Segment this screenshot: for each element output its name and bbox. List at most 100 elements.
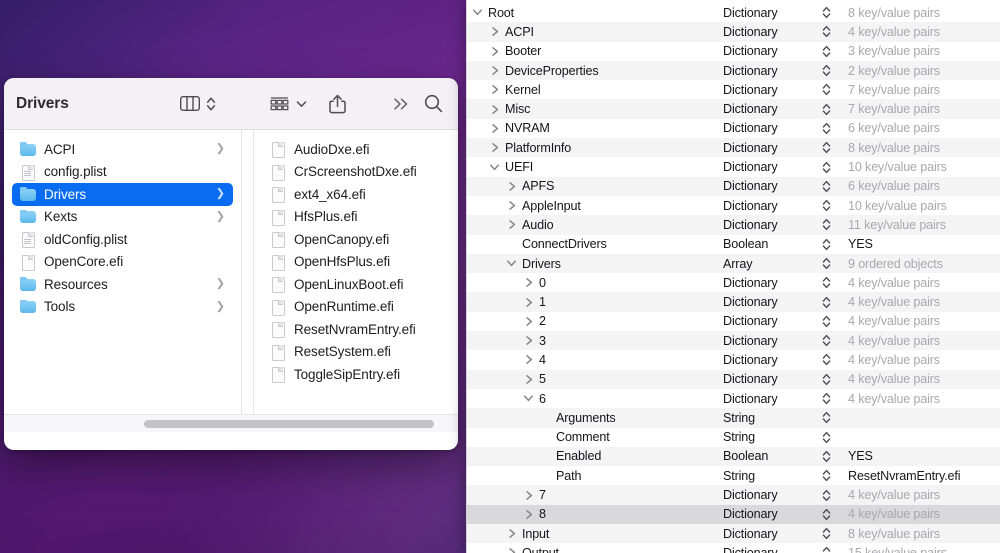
plist-row[interactable]: UEFI Dictionary 10 key/value pairs xyxy=(467,157,1000,177)
plist-key-cell[interactable]: Comment xyxy=(467,428,723,447)
plist-value-label[interactable]: 15 key/value pairs xyxy=(834,546,1000,553)
plist-row[interactable]: Booter Dictionary 3 key/value pairs xyxy=(467,41,1000,61)
group-by-icon[interactable] xyxy=(270,96,289,112)
plist-value-label[interactable]: 4 key/value pairs xyxy=(834,507,1000,521)
plist-value-label[interactable]: 4 key/value pairs xyxy=(834,295,1000,309)
plist-row[interactable]: Enabled Boolean YES xyxy=(467,446,1000,467)
plist-value-label[interactable]: 2 key/value pairs xyxy=(834,64,1000,78)
plist-key-cell[interactable]: UEFI xyxy=(467,157,723,176)
plist-key-cell[interactable]: APFS xyxy=(467,177,723,196)
plist-type-label[interactable]: Dictionary xyxy=(723,527,819,541)
disclosure-triangle-collapsed-icon[interactable] xyxy=(489,103,501,115)
finder-list-item[interactable]: Drivers ❯ xyxy=(12,183,233,206)
plist-row[interactable]: Output Dictionary 15 key/value pairs xyxy=(467,543,1000,553)
plist-value-label[interactable]: 10 key/value pairs xyxy=(834,160,1000,174)
disclosure-triangle-collapsed-icon[interactable] xyxy=(489,142,501,154)
search-icon[interactable] xyxy=(424,94,443,113)
disclosure-triangle-expanded-icon[interactable] xyxy=(522,393,534,405)
plist-type-label[interactable]: Dictionary xyxy=(723,276,819,290)
type-stepper-icon[interactable] xyxy=(819,353,834,366)
plist-key-cell[interactable]: ACPI xyxy=(467,22,723,41)
type-stepper-icon[interactable] xyxy=(819,296,834,309)
type-stepper-icon[interactable] xyxy=(819,64,834,77)
plist-row[interactable]: APFS Dictionary 6 key/value pairs xyxy=(467,176,1000,196)
disclosure-triangle-collapsed-icon[interactable] xyxy=(523,277,535,289)
plist-type-label[interactable]: Dictionary xyxy=(723,392,819,406)
type-stepper-icon[interactable] xyxy=(819,6,834,19)
finder-list-item[interactable]: ToggleSipEntry.efi xyxy=(262,363,450,386)
disclosure-triangle-expanded-icon[interactable] xyxy=(505,258,517,270)
plist-key-cell[interactable]: Booter xyxy=(467,42,723,61)
plist-value-label[interactable]: 4 key/value pairs xyxy=(834,334,1000,348)
type-stepper-icon[interactable] xyxy=(819,508,834,521)
plist-editor-window[interactable]: Root Dictionary 8 key/value pairs ACPI Dicti… xyxy=(466,0,1000,553)
disclosure-triangle-expanded-icon[interactable] xyxy=(471,7,483,19)
plist-type-label[interactable]: String xyxy=(723,411,819,425)
plist-row[interactable]: NVRAM Dictionary 6 key/value pairs xyxy=(467,118,1000,139)
disclosure-triangle-collapsed-icon[interactable] xyxy=(489,45,501,57)
plist-row[interactable]: Root Dictionary 8 key/value pairs xyxy=(467,3,1000,23)
plist-row[interactable]: 2 Dictionary 4 key/value pairs xyxy=(467,311,1000,332)
finder-list-item[interactable]: ACPI ❯ xyxy=(12,138,233,161)
plist-key-cell[interactable]: 5 xyxy=(467,370,723,389)
plist-row[interactable]: Drivers Array 9 ordered objects xyxy=(467,253,1000,274)
plist-key-cell[interactable]: Path xyxy=(467,466,723,485)
plist-type-label[interactable]: Dictionary xyxy=(723,199,819,213)
type-stepper-icon[interactable] xyxy=(819,431,834,444)
plist-value-label[interactable]: 4 key/value pairs xyxy=(834,392,1000,406)
plist-key-cell[interactable]: Enabled xyxy=(467,447,723,466)
plist-value-label[interactable]: 4 key/value pairs xyxy=(834,372,1000,386)
plist-key-cell[interactable]: Input xyxy=(467,524,723,543)
plist-type-label[interactable]: Dictionary xyxy=(723,488,819,502)
plist-key-cell[interactable]: Audio xyxy=(467,215,723,234)
type-stepper-icon[interactable] xyxy=(819,83,834,96)
plist-value-label[interactable]: YES xyxy=(834,237,1000,251)
plist-value-label[interactable]: 4 key/value pairs xyxy=(834,25,1000,39)
plist-key-cell[interactable]: Drivers xyxy=(467,254,723,273)
plist-row[interactable]: Arguments String xyxy=(467,408,1000,428)
plist-key-cell[interactable]: NVRAM xyxy=(467,119,723,138)
type-stepper-icon[interactable] xyxy=(819,25,834,38)
plist-value-label[interactable]: 6 key/value pairs xyxy=(834,121,1000,135)
plist-row[interactable]: 4 Dictionary 4 key/value pairs xyxy=(467,350,1000,370)
disclosure-triangle-collapsed-icon[interactable] xyxy=(523,335,535,347)
plist-value-label[interactable]: YES xyxy=(834,449,1000,463)
type-stepper-icon[interactable] xyxy=(819,315,834,328)
plist-type-label[interactable]: Dictionary xyxy=(723,507,819,521)
plist-row[interactable]: ConnectDrivers Boolean YES xyxy=(467,234,1000,254)
plist-type-label[interactable]: String xyxy=(723,469,819,483)
plist-row[interactable]: 8 Dictionary 4 key/value pairs xyxy=(467,504,1000,525)
disclosure-triangle-collapsed-icon[interactable] xyxy=(523,354,535,366)
updown-chevron-icon[interactable] xyxy=(206,96,216,112)
plist-row[interactable]: AppleInput Dictionary 10 key/value pairs xyxy=(467,195,1000,216)
plist-value-label[interactable]: 9 ordered objects xyxy=(834,257,1000,271)
type-stepper-icon[interactable] xyxy=(819,469,834,482)
type-stepper-icon[interactable] xyxy=(819,45,834,58)
type-stepper-icon[interactable] xyxy=(819,411,834,424)
finder-list-item[interactable]: OpenCore.efi xyxy=(12,251,233,274)
type-stepper-icon[interactable] xyxy=(819,527,834,540)
plist-outline-list[interactable]: Root Dictionary 8 key/value pairs ACPI Dicti… xyxy=(467,3,1000,553)
finder-window[interactable]: Drivers ACPI ❯ config.plist Drivers ❯ Ke… xyxy=(4,78,458,450)
disclosure-triangle-collapsed-icon[interactable] xyxy=(523,373,535,385)
column-view-icon[interactable] xyxy=(180,96,200,111)
plist-key-cell[interactable]: DeviceProperties xyxy=(467,61,723,80)
disclosure-triangle-collapsed-icon[interactable] xyxy=(523,508,535,520)
plist-key-cell[interactable]: 8 xyxy=(467,505,723,524)
finder-list-item[interactable]: oldConfig.plist xyxy=(12,228,233,251)
plist-row[interactable]: 0 Dictionary 4 key/value pairs xyxy=(467,273,1000,293)
plist-type-label[interactable]: Dictionary xyxy=(723,334,819,348)
plist-row[interactable]: Input Dictionary 8 key/value pairs xyxy=(467,524,1000,544)
plist-row[interactable]: 7 Dictionary 4 key/value pairs xyxy=(467,485,1000,505)
plist-type-label[interactable]: Dictionary xyxy=(723,6,819,20)
plist-row[interactable]: Audio Dictionary 11 key/value pairs xyxy=(467,215,1000,235)
plist-row[interactable]: Misc Dictionary 7 key/value pairs xyxy=(467,99,1000,119)
disclosure-triangle-collapsed-icon[interactable] xyxy=(523,489,535,501)
plist-row[interactable]: 6 Dictionary 4 key/value pairs xyxy=(467,388,1000,409)
type-stepper-icon[interactable] xyxy=(819,161,834,174)
plist-key-cell[interactable]: Output xyxy=(467,543,723,553)
plist-row[interactable]: Comment String xyxy=(467,427,1000,447)
plist-value-label[interactable]: 7 key/value pairs xyxy=(834,83,1000,97)
finder-list-item[interactable]: OpenLinuxBoot.efi xyxy=(262,273,450,296)
type-stepper-icon[interactable] xyxy=(819,276,834,289)
